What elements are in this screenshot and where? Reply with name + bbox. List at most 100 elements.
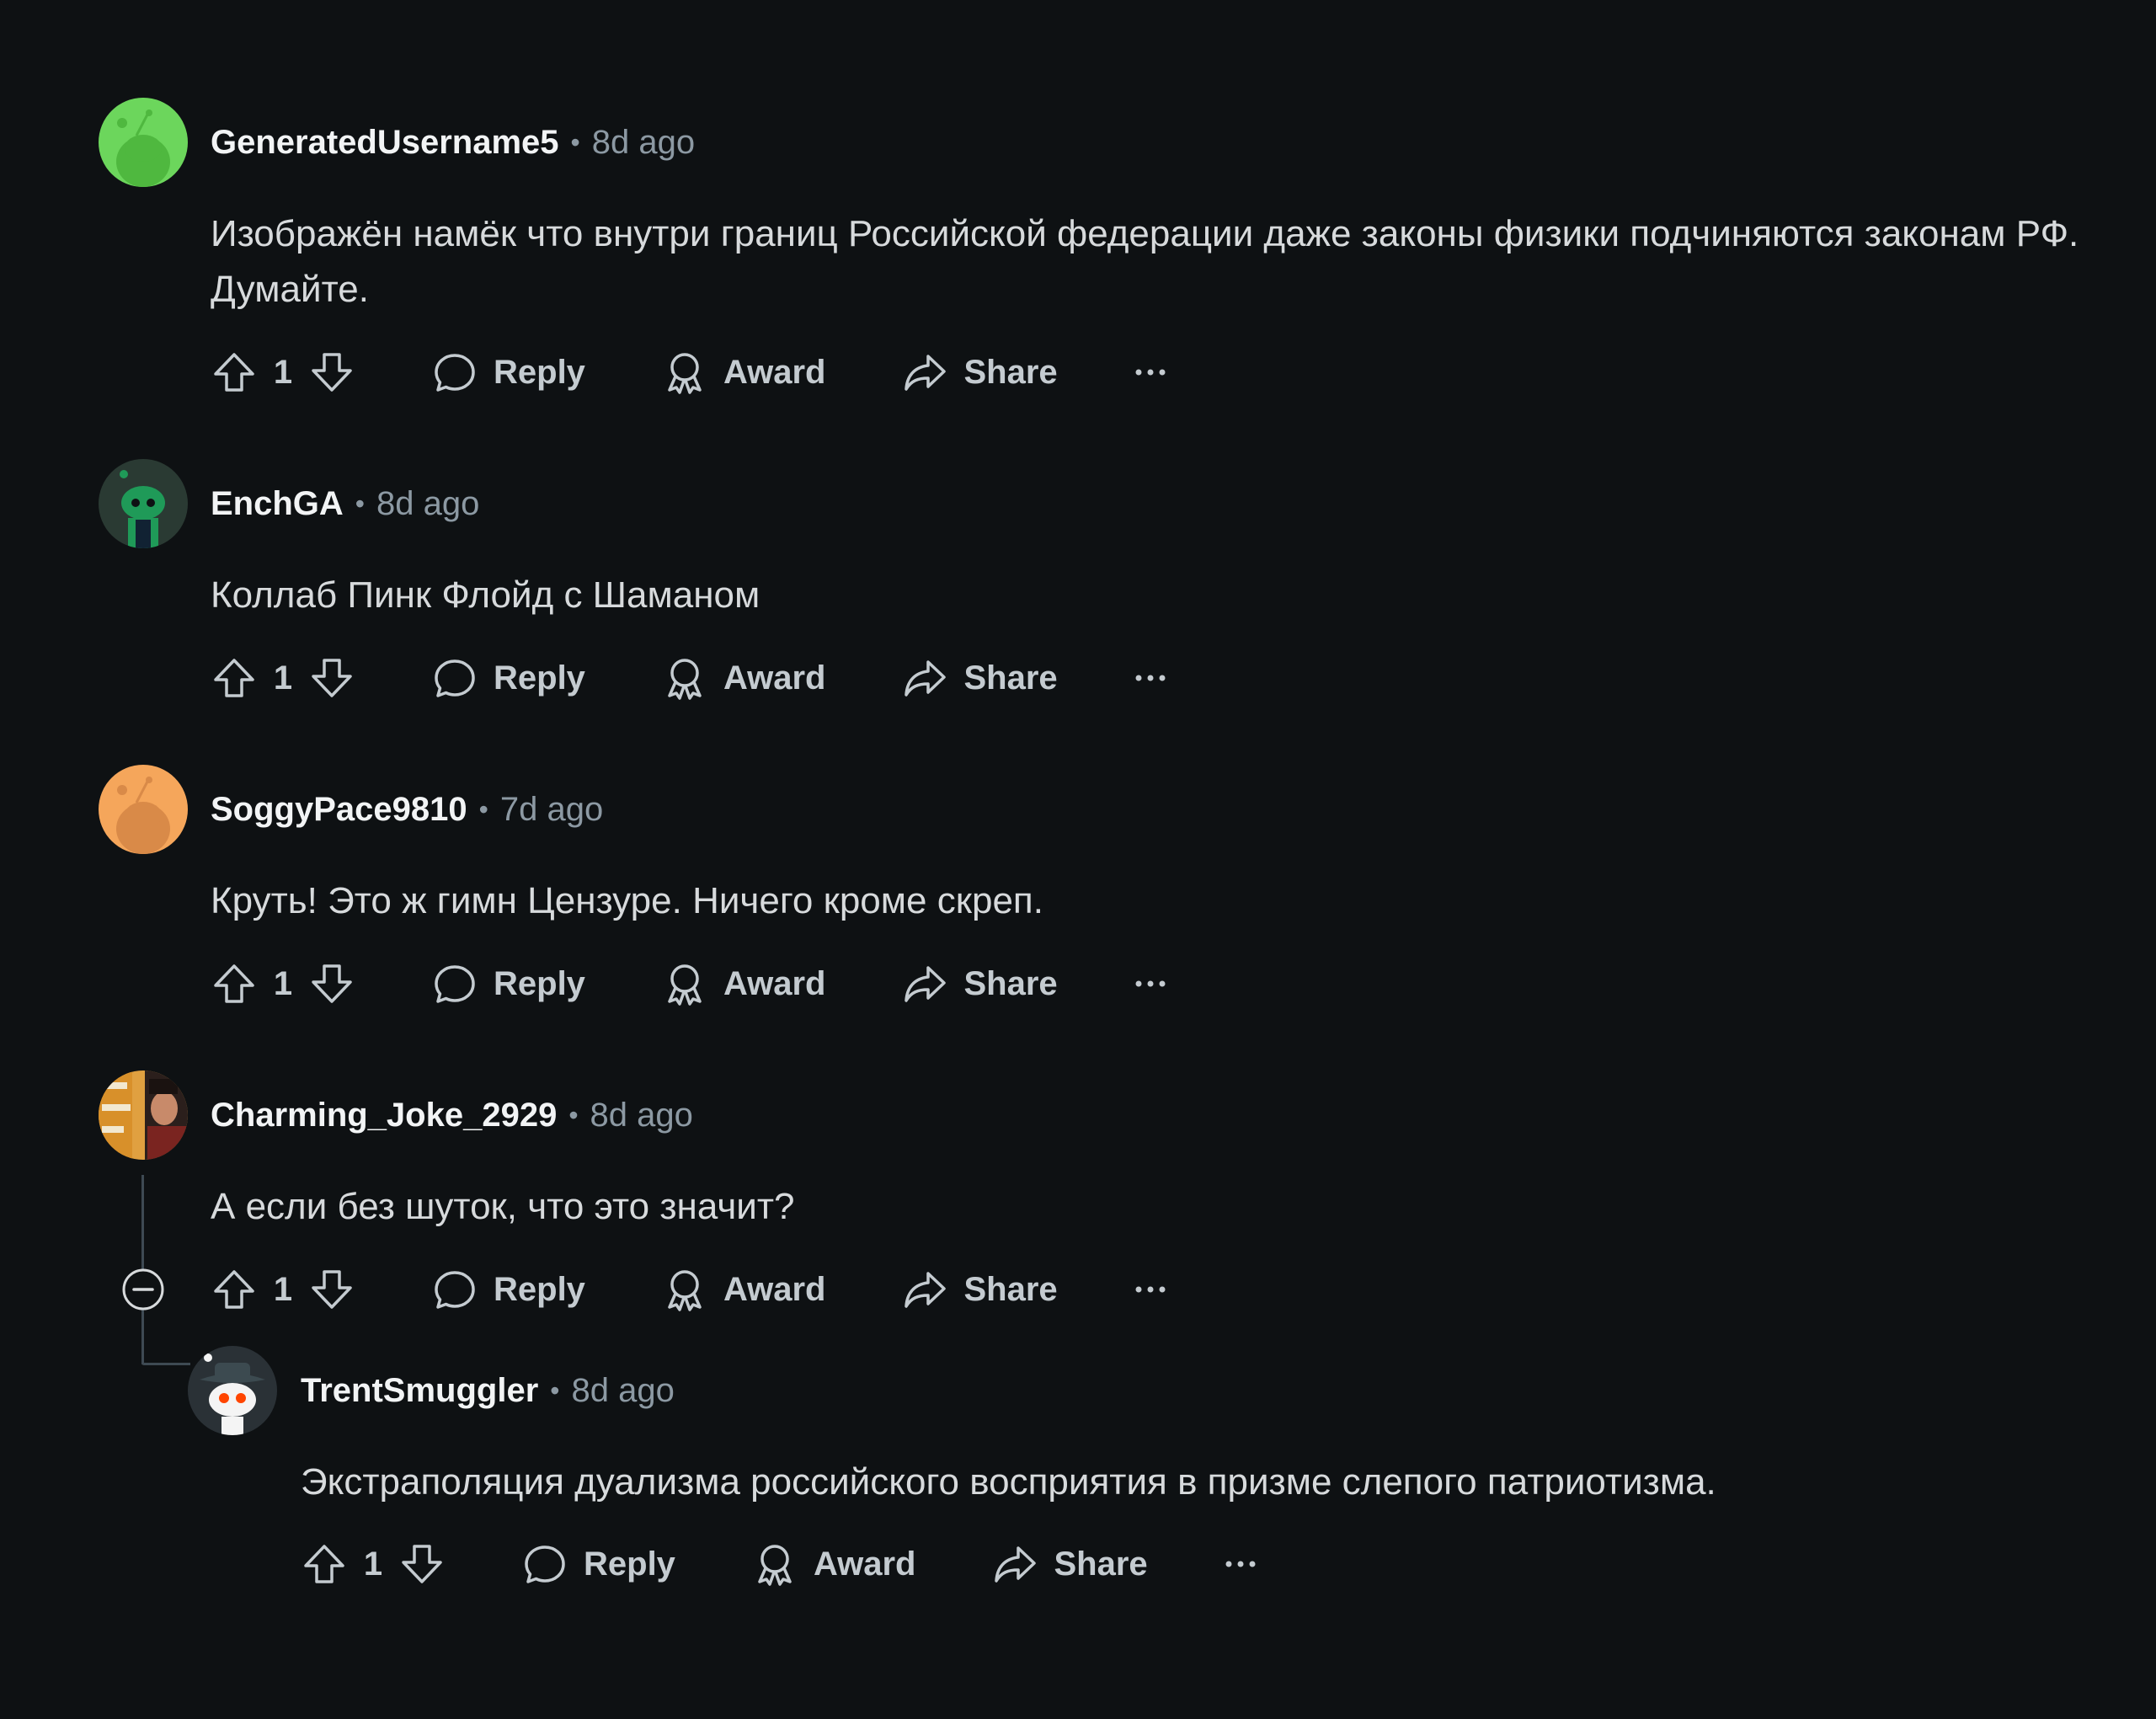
upvote-arrow-icon xyxy=(214,1270,254,1309)
comment-actions: 1 Reply Award Share xyxy=(211,954,1167,1013)
comment-actions: 1 Reply Award Share xyxy=(211,649,1167,707)
upvote-arrow-icon xyxy=(214,964,254,1003)
thread-line-branch xyxy=(141,1363,190,1365)
username-link[interactable]: EnchGA xyxy=(211,485,344,523)
thread-line-vertical-lower xyxy=(141,1310,144,1364)
username-link[interactable]: Charming_Joke_2929 xyxy=(211,1097,557,1134)
comment-body: Коллаб Пинк Флойд с Шаманом xyxy=(211,574,760,616)
award-label: Award xyxy=(723,659,826,697)
speech-bubble-icon xyxy=(525,1545,565,1583)
upvote-arrow-icon xyxy=(304,1545,344,1583)
upvote-button[interactable] xyxy=(301,1540,348,1588)
share-button[interactable]: Share xyxy=(901,343,1058,402)
comment-meta: TrentSmuggler • 8d ago xyxy=(301,1365,675,1416)
award-label: Award xyxy=(723,353,826,391)
share-button[interactable]: Share xyxy=(991,1535,1148,1594)
timestamp[interactable]: 8d ago xyxy=(376,485,479,523)
collapse-thread-button[interactable] xyxy=(121,1268,165,1311)
avatar[interactable] xyxy=(99,765,188,854)
more-dots-icon xyxy=(1135,369,1166,376)
share-label: Share xyxy=(963,964,1058,1002)
vote-count: 1 xyxy=(273,353,293,391)
user-photo-avatar-icon xyxy=(99,1070,188,1160)
comment-meta: GeneratedUsername5 • 8d ago xyxy=(211,117,695,168)
avatar[interactable] xyxy=(99,1070,188,1160)
reply-button[interactable]: Reply xyxy=(431,954,585,1013)
award-label: Award xyxy=(723,1270,826,1308)
downvote-arrow-icon xyxy=(312,353,352,392)
timestamp[interactable]: 8d ago xyxy=(590,1097,693,1134)
more-options-button[interactable] xyxy=(1134,1260,1167,1319)
vote-count: 1 xyxy=(273,964,293,1002)
comment-actions: 1 Reply Award Share xyxy=(211,1260,1167,1319)
reply-label: Reply xyxy=(494,964,585,1002)
reply-button[interactable]: Reply xyxy=(431,649,585,707)
more-options-button[interactable] xyxy=(1134,954,1167,1013)
separator-dot: • xyxy=(355,488,365,519)
upvote-button[interactable] xyxy=(211,654,258,702)
avatar[interactable] xyxy=(99,98,188,187)
award-button[interactable]: Award xyxy=(661,649,826,707)
downvote-arrow-icon xyxy=(312,964,352,1003)
timestamp[interactable]: 7d ago xyxy=(500,791,603,829)
username-link[interactable]: TrentSmuggler xyxy=(301,1372,538,1410)
comment-meta: SoggyPace9810 • 7d ago xyxy=(211,784,603,835)
more-options-button[interactable] xyxy=(1134,649,1167,707)
downvote-arrow-icon xyxy=(312,1270,352,1309)
award-button[interactable]: Award xyxy=(661,1260,826,1319)
comment-actions: 1 Reply Award Share xyxy=(211,343,1167,402)
minus-circle-icon xyxy=(122,1268,164,1311)
reply-label: Reply xyxy=(494,353,585,391)
comment-actions: 1 Reply Award Share xyxy=(301,1535,1257,1594)
separator-dot: • xyxy=(570,126,580,157)
downvote-button[interactable] xyxy=(308,349,355,396)
award-ribbon-icon xyxy=(668,964,702,1006)
upvote-button[interactable] xyxy=(211,349,258,396)
username-link[interactable]: SoggyPace9810 xyxy=(211,791,467,829)
speech-bubble-icon xyxy=(435,354,475,392)
comment-body: А если без шуток, что это значит? xyxy=(211,1186,795,1227)
separator-dot: • xyxy=(478,793,488,825)
share-button[interactable]: Share xyxy=(901,1260,1058,1319)
more-dots-icon xyxy=(1135,1286,1166,1293)
timestamp[interactable]: 8d ago xyxy=(592,124,695,162)
comment-body: Экстраполяция дуализма российского воспр… xyxy=(301,1461,1716,1503)
reply-button[interactable]: Reply xyxy=(431,1260,585,1319)
timestamp[interactable]: 8d ago xyxy=(571,1372,674,1410)
award-ribbon-icon xyxy=(668,659,702,700)
snoo-avatar-green-icon xyxy=(99,98,188,187)
award-button[interactable]: Award xyxy=(751,1535,916,1594)
downvote-button[interactable] xyxy=(308,654,355,702)
share-button[interactable]: Share xyxy=(901,649,1058,707)
vote-count: 1 xyxy=(273,659,293,697)
award-button[interactable]: Award xyxy=(661,343,826,402)
more-options-button[interactable] xyxy=(1224,1535,1257,1594)
comment-body: Круть! Это ж гимн Цензуре. Ничего кроме … xyxy=(211,880,1043,921)
thread-line-vertical xyxy=(141,1175,144,1276)
username-link[interactable]: GeneratedUsername5 xyxy=(211,124,559,162)
award-label: Award xyxy=(813,1545,916,1583)
reply-button[interactable]: Reply xyxy=(431,343,585,402)
comment-meta: Charming_Joke_2929 • 8d ago xyxy=(211,1090,693,1140)
separator-dot: • xyxy=(568,1099,579,1130)
upvote-button[interactable] xyxy=(211,960,258,1007)
downvote-button[interactable] xyxy=(308,1266,355,1313)
reply-label: Reply xyxy=(584,1545,675,1583)
vote-count: 1 xyxy=(273,1270,293,1308)
share-arrow-icon xyxy=(905,966,947,1002)
speech-bubble-icon xyxy=(435,659,475,697)
award-button[interactable]: Award xyxy=(661,954,826,1013)
comment-body: Изображён намёк что внутри границ Россий… xyxy=(211,213,2079,310)
avatar[interactable] xyxy=(188,1346,277,1435)
award-label: Award xyxy=(723,964,826,1002)
downvote-button[interactable] xyxy=(308,960,355,1007)
award-ribbon-icon xyxy=(668,1270,702,1311)
avatar[interactable] xyxy=(99,459,188,548)
more-options-button[interactable] xyxy=(1134,343,1167,402)
downvote-arrow-icon xyxy=(312,659,352,697)
downvote-button[interactable] xyxy=(398,1540,446,1588)
reply-button[interactable]: Reply xyxy=(521,1535,675,1594)
share-arrow-icon xyxy=(995,1546,1037,1583)
upvote-button[interactable] xyxy=(211,1266,258,1313)
share-button[interactable]: Share xyxy=(901,954,1058,1013)
